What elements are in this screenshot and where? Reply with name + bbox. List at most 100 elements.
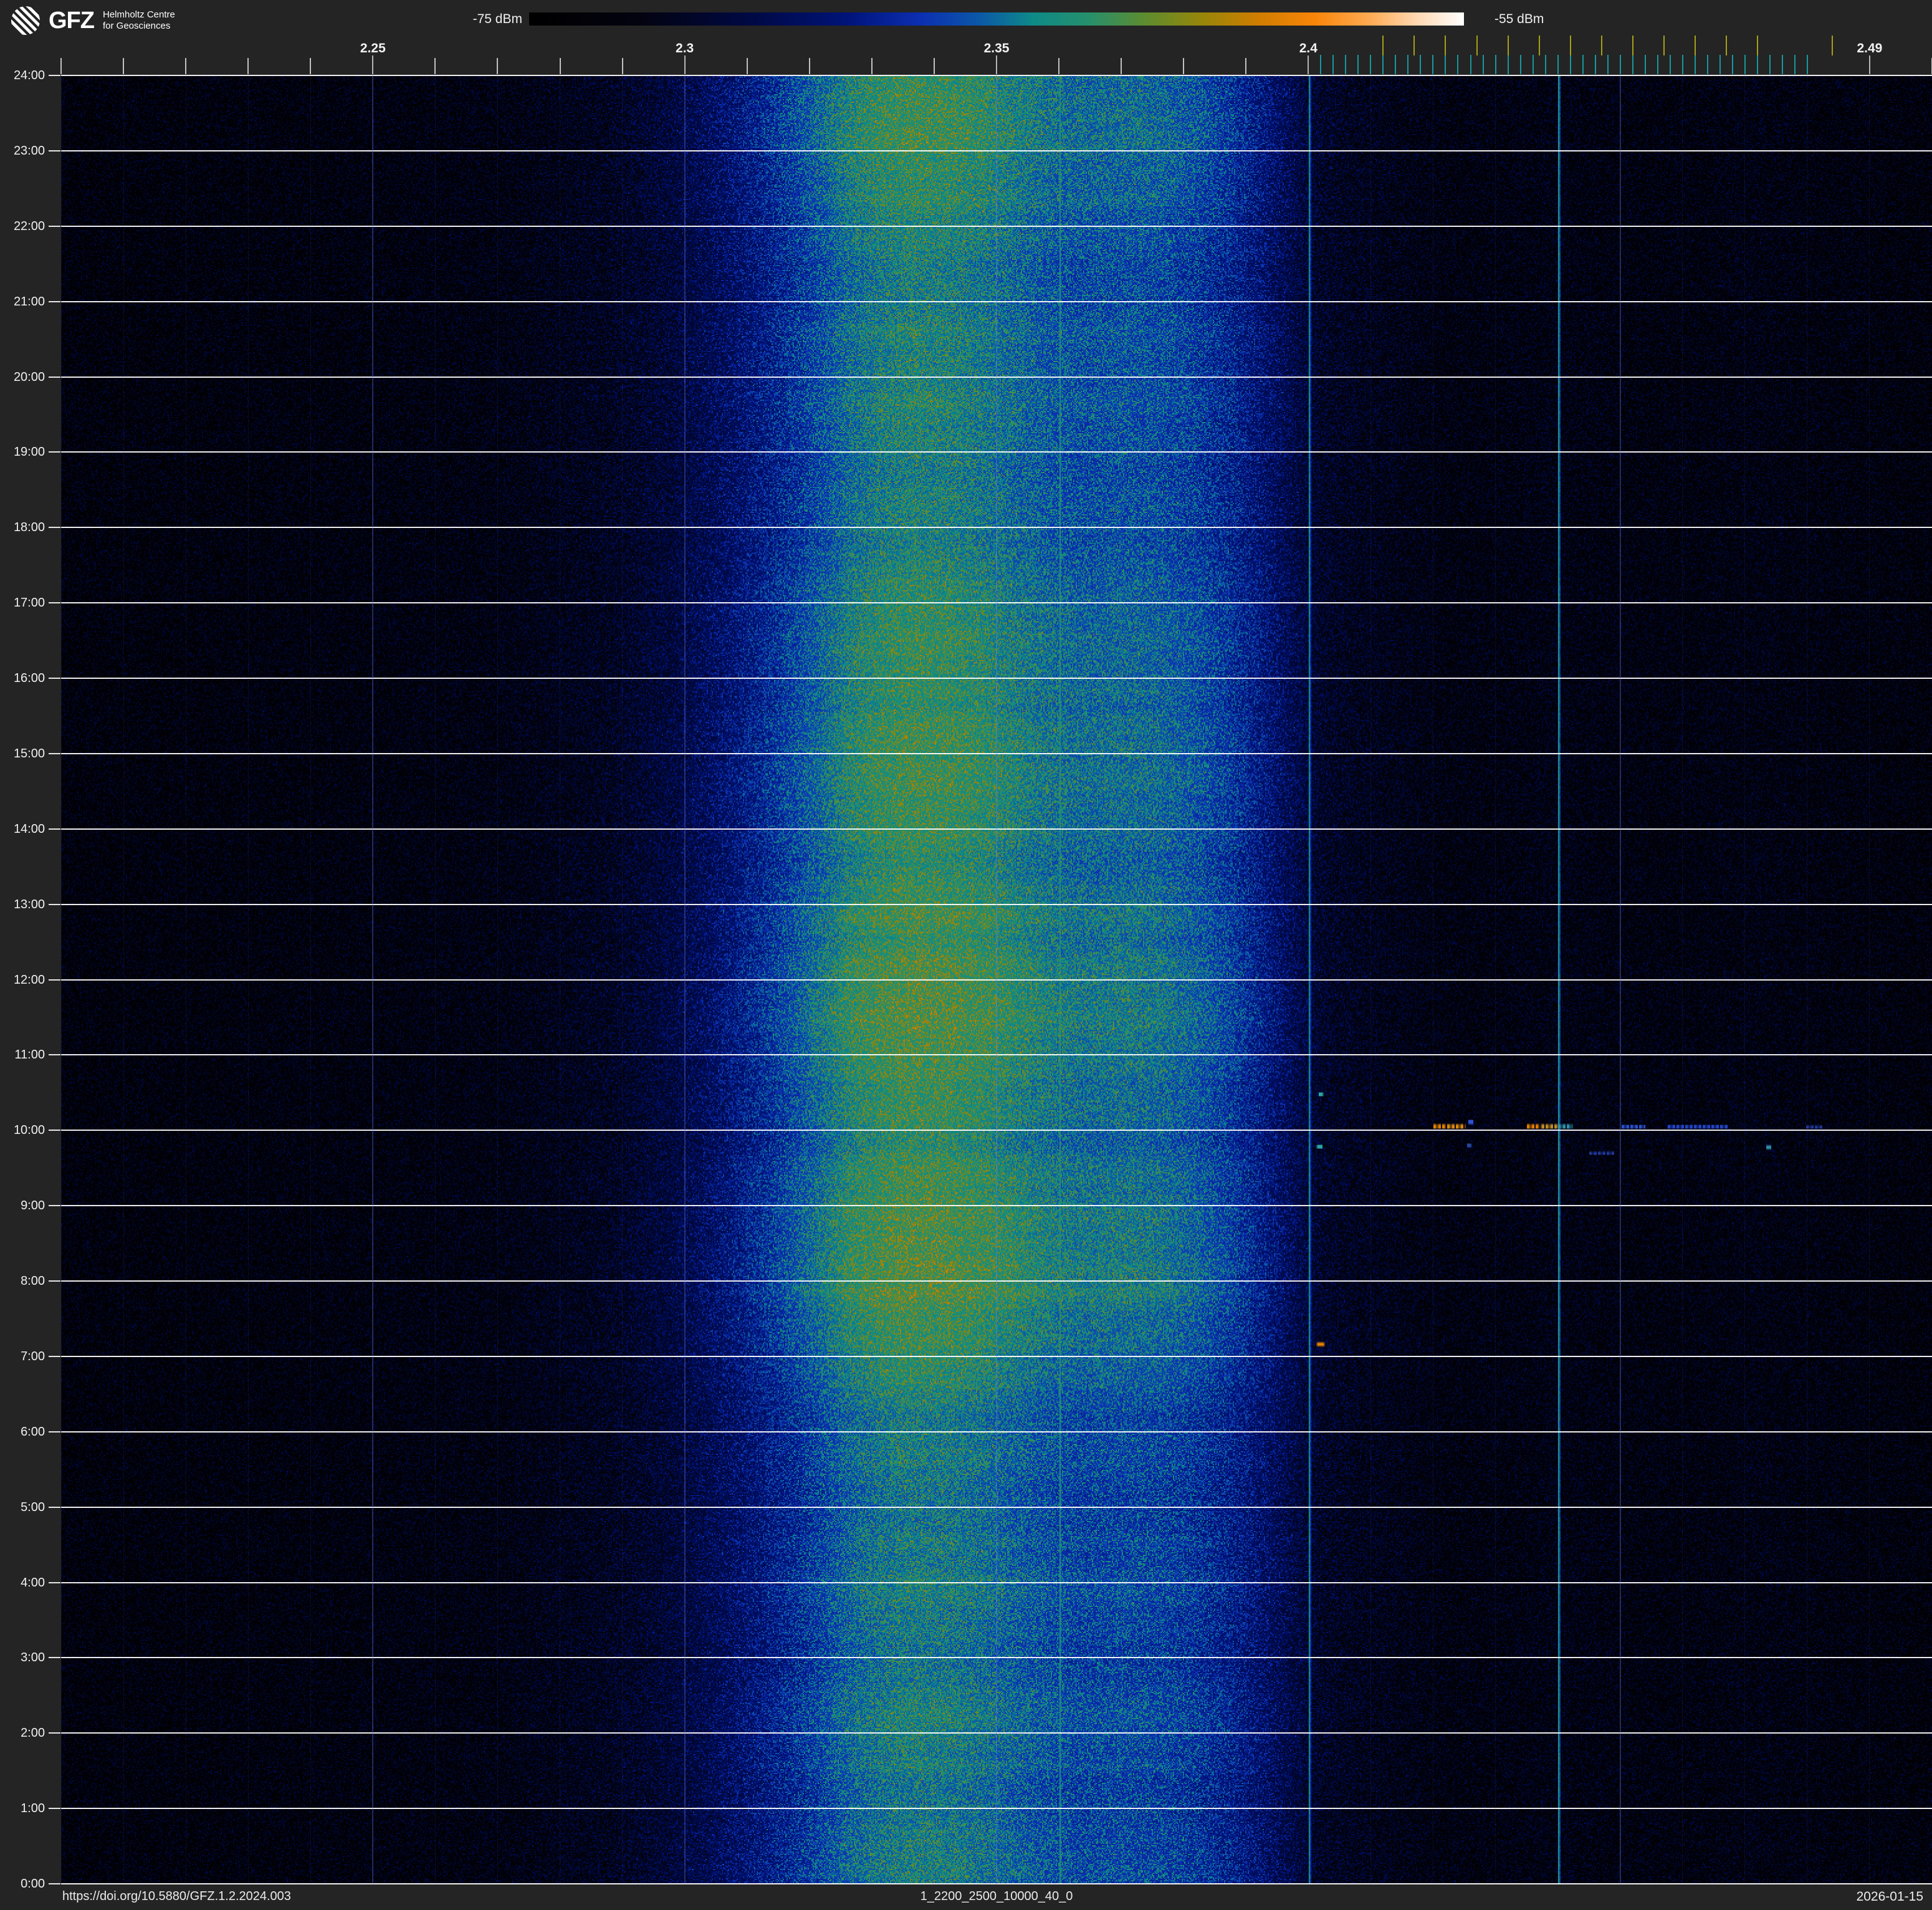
freq-minor-gridline — [497, 75, 498, 1884]
freq-minor-tick — [497, 58, 499, 74]
ble-channel-tick — [1494, 55, 1496, 74]
ble-channel-tick — [1532, 55, 1534, 74]
hour-label: 22:00 — [13, 219, 45, 233]
freq-minor-gridline — [247, 75, 249, 1884]
hour-label: 16:00 — [13, 671, 45, 685]
org-name: Helmholtz Centre for Geosciences — [103, 9, 175, 32]
hour-tick — [49, 903, 60, 905]
freq-minor-gridline — [1495, 75, 1496, 1884]
ble-channel-tick — [1794, 55, 1796, 74]
freq-minor-gridline — [1682, 75, 1683, 1884]
freq-minor-gridline — [1308, 75, 1309, 1884]
freq-major-tick — [1308, 55, 1309, 74]
ble-channel-tick — [1557, 55, 1559, 74]
hour-tick — [49, 225, 60, 227]
freq-minor-gridline — [1121, 75, 1122, 1884]
hour-tick — [49, 1054, 60, 1056]
dataset-file-id: 1_2200_2500_10000_40_0 — [920, 1889, 1073, 1903]
hour-tick — [49, 150, 60, 151]
ble-channel-tick — [1382, 55, 1384, 74]
wifi-channel-tick — [1600, 36, 1602, 55]
freq-minor-tick — [247, 58, 249, 74]
freq-minor-gridline — [809, 75, 810, 1884]
freq-gridline — [684, 75, 686, 1884]
ble-channel-tick — [1632, 55, 1633, 74]
freq-minor-gridline — [60, 75, 62, 1884]
freq-gridline — [996, 75, 997, 1884]
hour-label: 0:00 — [21, 1877, 45, 1891]
hour-label: 18:00 — [13, 521, 45, 535]
colorbar-gradient — [529, 12, 1464, 26]
hour-label: 17:00 — [13, 596, 45, 610]
ble-channel-tick — [1345, 55, 1347, 74]
ble-channel-tick — [1781, 55, 1783, 74]
hour-tick — [49, 1431, 60, 1432]
hour-label: 2:00 — [21, 1726, 45, 1740]
wifi-channel-tick — [1725, 36, 1727, 55]
ble-channel-tick — [1432, 55, 1434, 74]
freq-gridline — [1619, 75, 1621, 1884]
ble-channel-tick — [1756, 55, 1758, 74]
ble-channel-tick — [1519, 55, 1521, 74]
wifi-channel-tick — [1694, 36, 1696, 55]
hour-label: 3:00 — [21, 1651, 45, 1665]
freq-minor-tick — [746, 58, 748, 74]
wifi-channel-tick — [1663, 36, 1665, 55]
ble-channel-tick — [1706, 55, 1708, 74]
gfz-logo-icon — [11, 6, 40, 35]
hour-tick — [49, 1581, 60, 1583]
hour-tick — [49, 1355, 60, 1357]
org-abbreviation: GFZ — [49, 7, 95, 34]
ble-channel-tick — [1445, 55, 1447, 74]
ble-channel-tick — [1582, 55, 1584, 74]
org-name-line2: for Geosciences — [102, 21, 171, 31]
freq-minor-gridline — [1744, 75, 1746, 1884]
freq-gridline — [372, 75, 374, 1884]
org-name-line1: Helmholtz Centre — [102, 9, 175, 20]
hour-tick — [49, 1280, 60, 1282]
freq-minor-tick — [1121, 58, 1122, 74]
freq-major-tick — [372, 55, 374, 74]
ble-channel-tick — [1407, 55, 1409, 74]
ble-channel-tick — [1457, 55, 1459, 74]
colorbar-min-label: -75 dBm — [472, 12, 522, 26]
hour-tick — [49, 1657, 60, 1659]
freq-axis-label: 2.25 — [360, 41, 386, 55]
hour-label: 23:00 — [13, 143, 45, 158]
freq-minor-tick — [1183, 58, 1185, 74]
ble-channel-tick — [1470, 55, 1471, 74]
freq-axis-label: 2.4 — [1299, 41, 1317, 55]
hour-tick — [49, 752, 60, 754]
hour-label: 1:00 — [21, 1802, 45, 1816]
freq-minor-tick — [871, 58, 873, 74]
hour-tick — [49, 828, 60, 830]
ble-channel-tick — [1482, 55, 1484, 74]
wifi-channel-tick — [1538, 36, 1540, 55]
hour-label: 6:00 — [21, 1424, 45, 1439]
ble-channel-tick — [1644, 55, 1646, 74]
freq-minor-tick — [621, 58, 623, 74]
ble-channel-tick — [1420, 55, 1422, 74]
hour-tick — [49, 1205, 60, 1207]
ble-channel-tick — [1370, 55, 1372, 74]
hour-tick — [49, 527, 60, 529]
freq-minor-gridline — [1869, 75, 1870, 1884]
freq-minor-gridline — [871, 75, 873, 1884]
hour-label: 15:00 — [13, 746, 45, 761]
freq-minor-tick — [1058, 58, 1060, 74]
hour-tick — [49, 376, 60, 378]
wifi-channel-tick — [1445, 36, 1447, 55]
date-label: 2026-01-15 — [1856, 1889, 1923, 1904]
freq-minor-tick — [434, 58, 436, 74]
ble-channel-tick — [1669, 55, 1671, 74]
freq-minor-gridline — [1557, 75, 1559, 1884]
ble-channel-tick — [1544, 55, 1546, 74]
ble-channel-tick — [1719, 55, 1721, 74]
freq-minor-tick — [808, 58, 810, 74]
wifi-channel-tick — [1756, 36, 1758, 55]
ble-channel-tick — [1320, 55, 1322, 74]
wifi-channel-tick — [1413, 36, 1415, 55]
hour-tick — [49, 75, 60, 76]
ble-channel-tick — [1681, 55, 1683, 74]
ble-channel-tick — [1332, 55, 1334, 74]
